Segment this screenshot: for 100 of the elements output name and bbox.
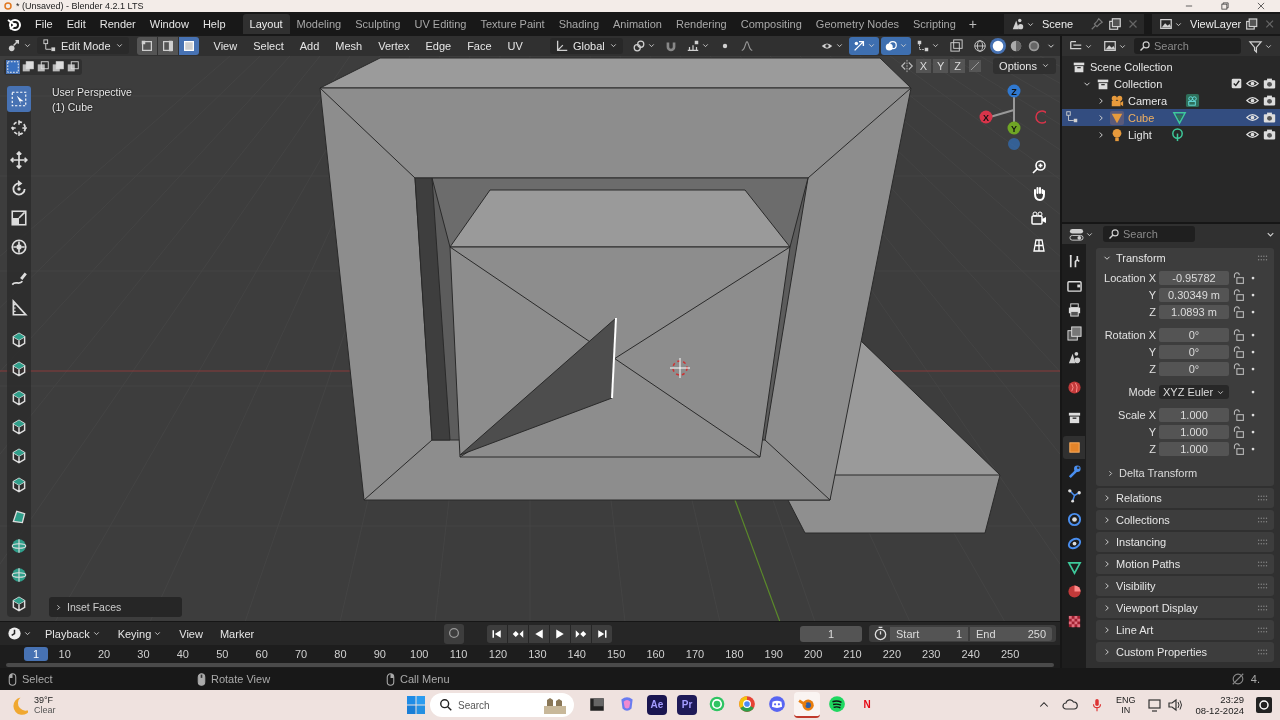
frame-number: 130: [527, 648, 548, 661]
menu-item[interactable]: Window: [142, 16, 196, 32]
menu-item[interactable]: Help: [195, 16, 233, 32]
field-label: Location X: [1103, 272, 1156, 284]
axis-toggle[interactable]: Y: [933, 58, 949, 73]
number-field[interactable]: 1.000: [1159, 425, 1229, 439]
workspace-tab[interactable]: Sculpting: [348, 14, 408, 34]
field-label: Mode: [1127, 386, 1156, 398]
scene-name-field[interactable]: Scene: [1042, 18, 1086, 30]
number-field[interactable]: 0.30349 m: [1159, 288, 1229, 302]
panel-header[interactable]: Instancing: [1096, 532, 1274, 552]
panel-header[interactable]: Motion Paths: [1096, 554, 1274, 574]
frame-number: 210: [842, 648, 863, 661]
menu-item[interactable]: View: [172, 625, 210, 642]
menu-item[interactable]: View: [206, 38, 245, 54]
clock-button[interactable]: 23:29 08-12-2024: [1195, 694, 1244, 716]
axis-toggle[interactable]: X: [915, 58, 931, 73]
panel-header[interactable]: Custom Properties: [1096, 642, 1274, 662]
outliner-row[interactable]: Collection: [1062, 75, 1280, 92]
workspace-tab[interactable]: Layout: [242, 14, 290, 34]
panel-header[interactable]: Visibility: [1096, 576, 1274, 596]
workspace-tab[interactable]: Scripting: [906, 14, 963, 34]
add-workspace-button[interactable]: +: [962, 16, 983, 32]
object-name: (1) Cube: [52, 99, 94, 114]
start-frame-field[interactable]: Start 1: [890, 626, 968, 641]
menu-item[interactable]: Render: [92, 16, 143, 32]
weather-text: Clear: [34, 705, 56, 715]
workspace-tab[interactable]: Texture Paint: [473, 14, 552, 34]
search-field[interactable]: Search: [430, 693, 574, 717]
current-frame-marker[interactable]: 1: [24, 647, 48, 662]
outliner-row[interactable]: Camera: [1062, 92, 1280, 109]
frame-number: 70: [293, 648, 309, 661]
frame-number: 110: [448, 648, 469, 661]
options-dropdown[interactable]: Options: [993, 57, 1056, 74]
field-label: Scale X: [1117, 409, 1156, 421]
workspace-tab[interactable]: Modeling: [289, 14, 349, 34]
number-field[interactable]: 0°: [1159, 362, 1229, 376]
status-hint: Call Menu: [400, 673, 450, 685]
panel-header[interactable]: Line Art: [1096, 620, 1274, 640]
search-field[interactable]: Search: [1134, 38, 1241, 54]
taskbar-app-button[interactable]: Ae: [647, 695, 667, 715]
orientation-dropdown[interactable]: Global: [549, 38, 623, 54]
mode-dropdown[interactable]: Edit Mode: [37, 37, 129, 55]
frame-number: 90: [372, 648, 387, 661]
taskbar-app-button[interactable]: N: [854, 692, 880, 718]
workspace-tab[interactable]: UV Editing: [407, 14, 474, 34]
frame-number: 230: [921, 648, 942, 661]
workspace-tab[interactable]: Compositing: [733, 14, 809, 34]
menu-item[interactable]: File: [28, 16, 60, 32]
navigation-gizmo[interactable]: Z Y X: [970, 83, 1046, 154]
field-label: Y: [1147, 346, 1156, 358]
axis-handle[interactable]: X: [979, 110, 993, 124]
menu-item[interactable]: Marker: [212, 625, 262, 642]
taskbar-app-button[interactable]: Pr: [677, 695, 697, 715]
outliner-row[interactable]: Light: [1062, 126, 1280, 143]
subpanel-header[interactable]: Delta Transform: [1096, 464, 1268, 482]
frame-number: 140: [566, 648, 587, 661]
panel-header[interactable]: Relations: [1096, 488, 1274, 508]
field-label: Rotation X: [1103, 329, 1156, 341]
menu-item[interactable]: Edge: [418, 38, 459, 54]
frame-number: 160: [645, 648, 666, 661]
workspace-tab[interactable]: Shading: [551, 14, 607, 34]
number-field[interactable]: 0°: [1159, 345, 1229, 359]
language-indicator[interactable]: ENG IN: [1115, 695, 1136, 715]
number-field[interactable]: -0.95782: [1159, 271, 1229, 285]
menu-item[interactable]: Select: [246, 38, 291, 54]
search-field[interactable]: Search: [1103, 226, 1195, 242]
menu-item[interactable]: Edit: [59, 16, 93, 32]
menu-item[interactable]: UV: [500, 38, 530, 54]
last-operator-panel[interactable]: Inset Faces: [49, 597, 182, 618]
current-frame-field[interactable]: 1: [800, 625, 862, 642]
panel-header[interactable]: Collections: [1096, 510, 1274, 530]
menu-item[interactable]: Vertex: [371, 38, 417, 54]
version-text: 4.: [1250, 673, 1260, 685]
axis-handle[interactable]: Z: [1007, 84, 1021, 98]
end-frame-field[interactable]: End 250: [970, 626, 1052, 641]
axis-toggle[interactable]: Z: [950, 58, 966, 73]
panel-header[interactable]: Viewport Display: [1096, 598, 1274, 618]
workspace-tab[interactable]: Rendering: [668, 14, 734, 34]
number-field[interactable]: 1.000: [1159, 408, 1229, 422]
mode-dropdown[interactable]: XYZ Euler: [1159, 385, 1229, 399]
menu-item[interactable]: Add: [292, 38, 327, 54]
frame-number: 100: [409, 648, 430, 661]
status-hint: Select: [22, 673, 53, 685]
field-label: Z: [1148, 363, 1156, 375]
outliner-row[interactable]: Cube: [1062, 109, 1280, 126]
axis-handle[interactable]: Y: [1007, 121, 1021, 135]
menu-item[interactable]: Face: [460, 38, 499, 54]
outliner-row[interactable]: Scene Collection: [1062, 58, 1280, 75]
menu-item[interactable]: Mesh: [328, 38, 370, 54]
workspace-tab[interactable]: Geometry Nodes: [808, 14, 906, 34]
frame-number: 200: [802, 648, 824, 661]
menu-dropdown[interactable]: Keying: [110, 625, 170, 642]
panel-header[interactable]: Transform: [1096, 248, 1274, 268]
number-field[interactable]: 1.0893 m: [1159, 305, 1229, 319]
number-field[interactable]: 0°: [1159, 328, 1229, 342]
number-field[interactable]: 1.000: [1159, 442, 1229, 456]
frame-number: 170: [684, 648, 706, 661]
workspace-tab[interactable]: Animation: [606, 14, 669, 34]
menu-dropdown[interactable]: Playback: [38, 625, 108, 642]
